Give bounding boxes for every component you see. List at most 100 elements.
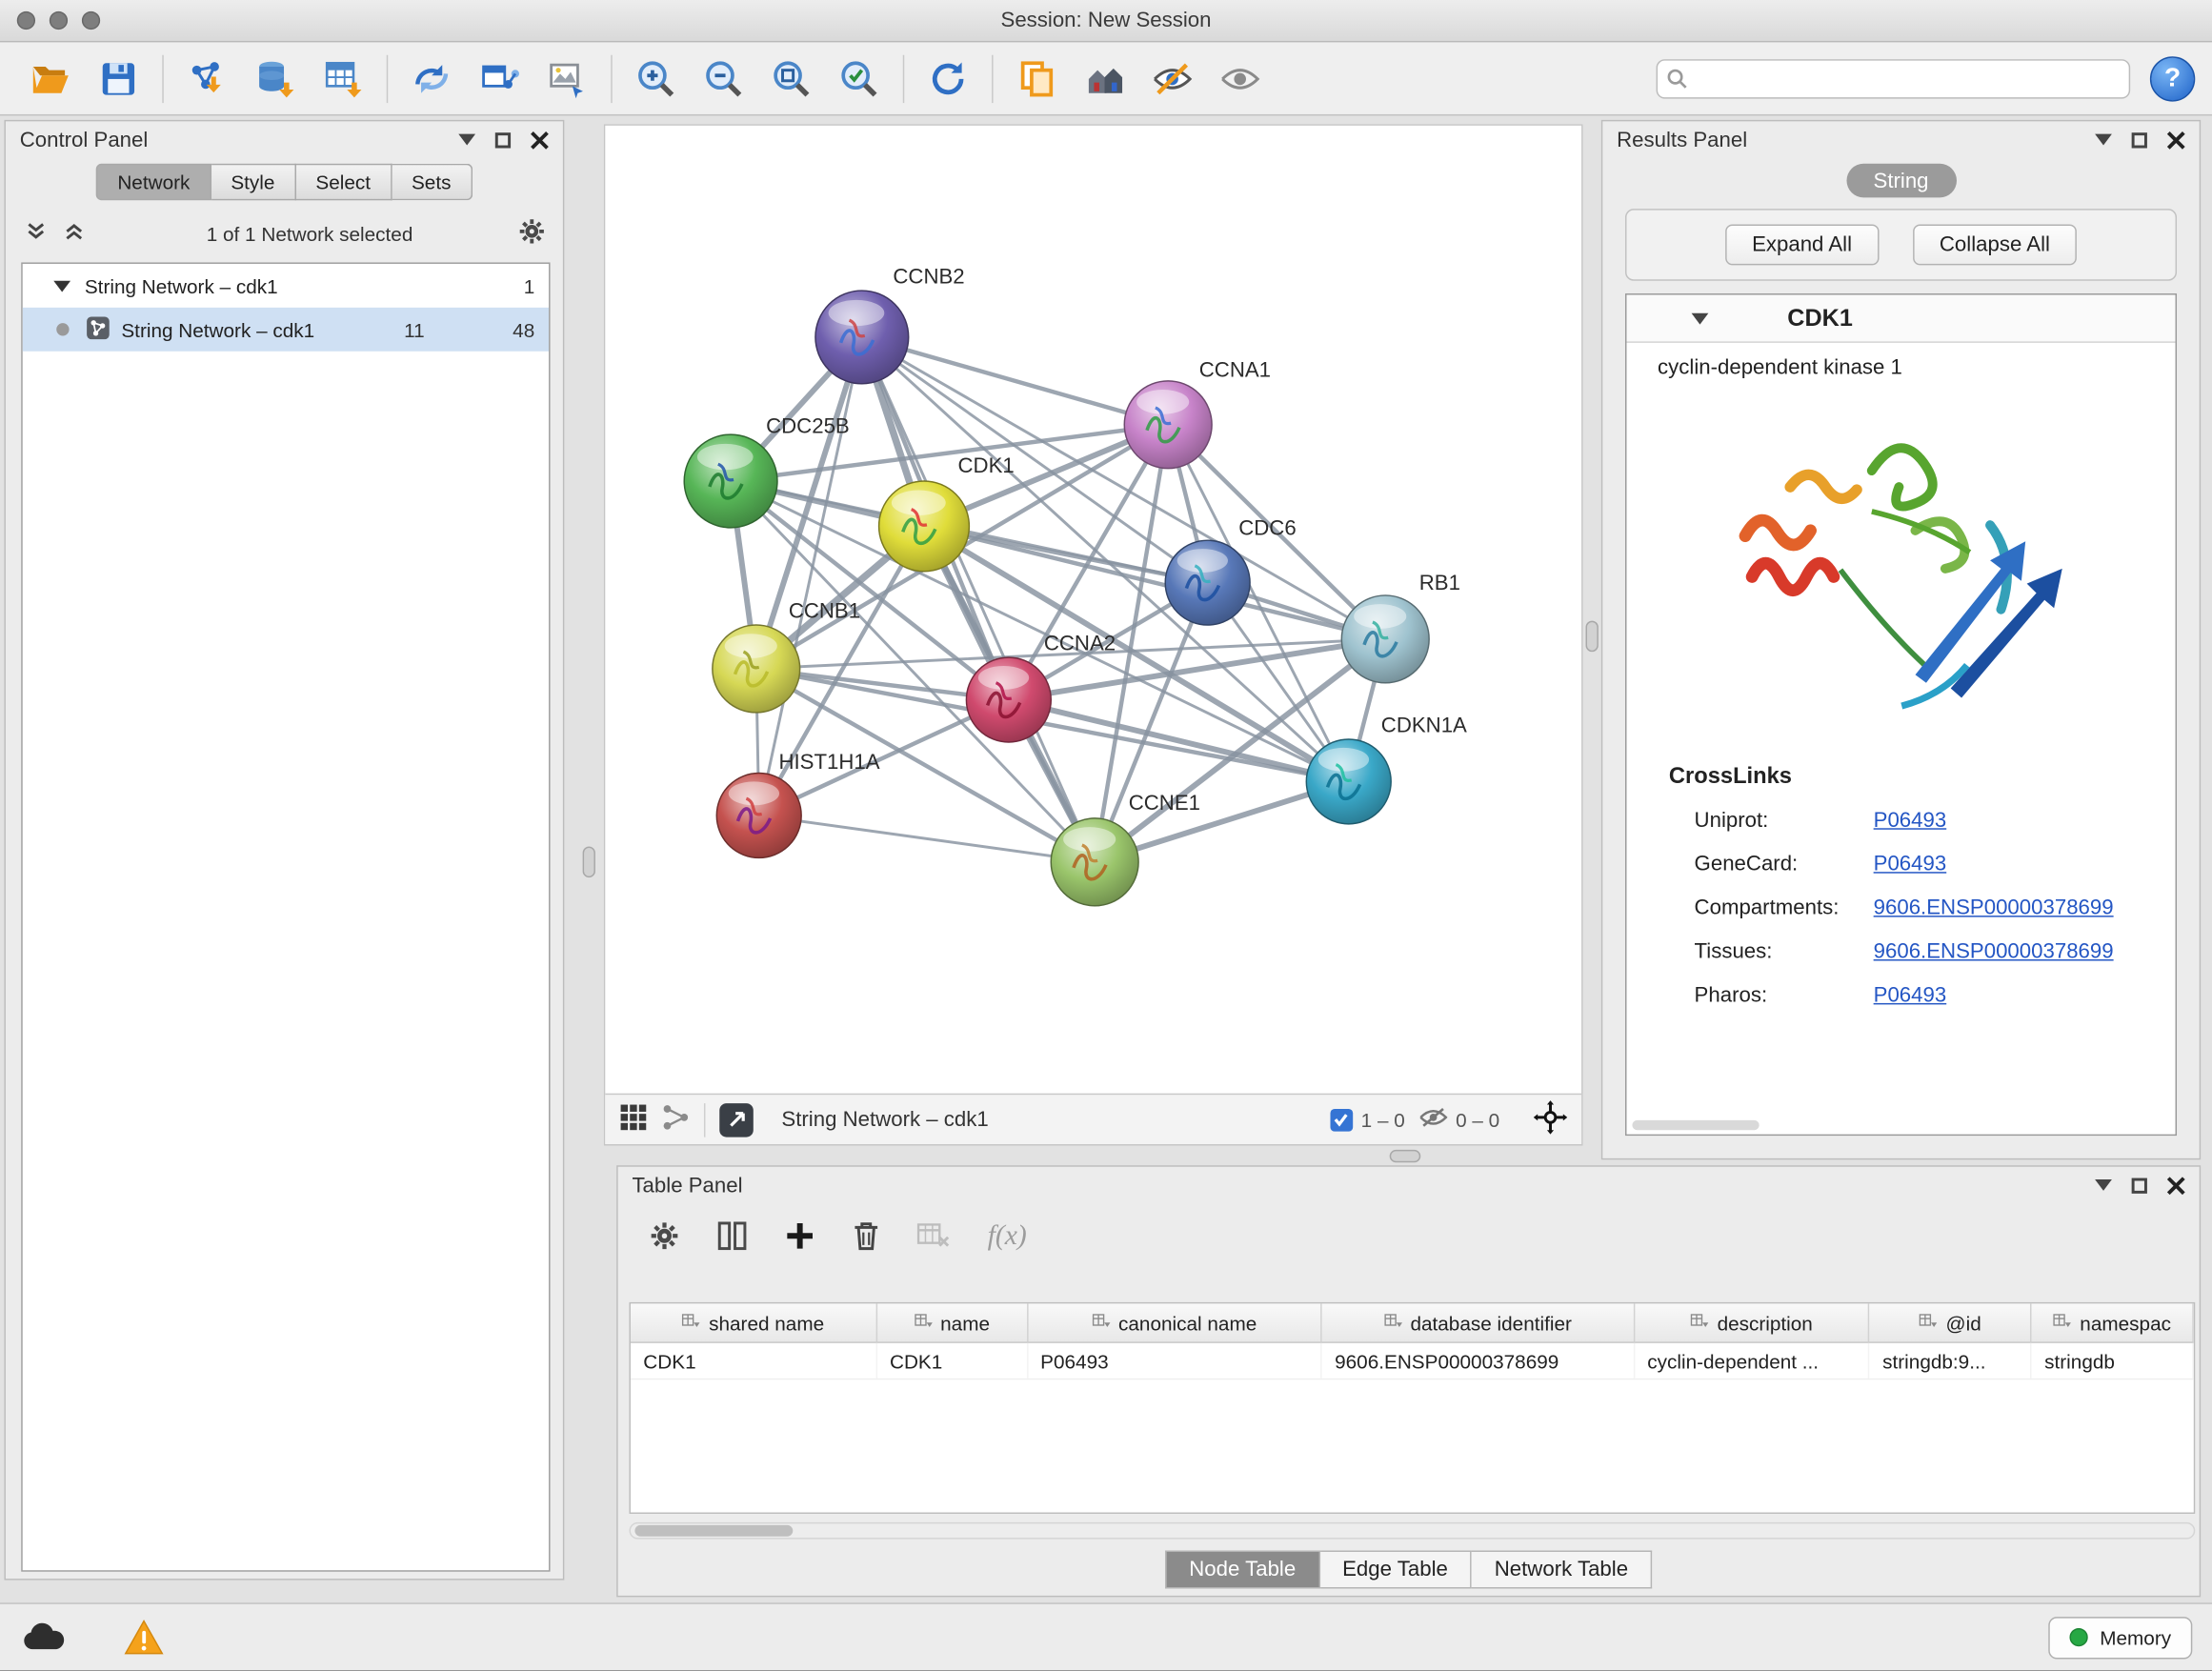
minimize-window-button[interactable]: [50, 11, 68, 30]
network-node-CCNE1[interactable]: CCNE1: [1051, 791, 1200, 906]
collapse-entry-icon[interactable]: [1692, 312, 1709, 324]
network-node-CCNB2[interactable]: CCNB2: [815, 265, 965, 384]
table-row[interactable]: CDK1CDK1P064939606.ENSP00000378699cyclin…: [631, 1343, 2194, 1380]
delete-column-trash-icon[interactable]: [852, 1220, 880, 1252]
collapse-all-button[interactable]: Collapse All: [1913, 224, 2077, 265]
column-header-database-identifier[interactable]: database identifier: [1322, 1303, 1635, 1341]
warning-icon[interactable]: [124, 1620, 163, 1655]
zoom-selected-button[interactable]: [825, 49, 893, 108]
tab-style[interactable]: Style: [211, 164, 296, 201]
pan-mode-icon[interactable]: [1534, 1100, 1568, 1138]
import-table-file-button[interactable]: [309, 49, 376, 108]
expand-all-button[interactable]: Expand All: [1725, 224, 1879, 265]
zoom-fit-button[interactable]: [757, 49, 825, 108]
scrollbar-thumb[interactable]: [634, 1525, 793, 1537]
help-button[interactable]: ?: [2150, 55, 2195, 100]
import-network-file-button[interactable]: [173, 49, 241, 108]
column-header-canonical-name[interactable]: canonical name: [1028, 1303, 1322, 1341]
copy-document-button[interactable]: [1003, 49, 1071, 108]
column-header-shared-name[interactable]: shared name: [631, 1303, 877, 1341]
network-edge[interactable]: [759, 337, 862, 815]
network-node-CCNA1[interactable]: CCNA1: [1124, 357, 1271, 468]
tree-expander-icon[interactable]: [53, 280, 70, 292]
maximize-window-button[interactable]: [82, 11, 100, 30]
float-panel-icon[interactable]: [2132, 131, 2147, 147]
crosslink-value-link[interactable]: P06493: [1874, 809, 1947, 833]
annotation-mode-button[interactable]: [1138, 49, 1206, 108]
graphics-details-button[interactable]: [1206, 49, 1274, 108]
show-columns-icon[interactable]: [716, 1220, 748, 1252]
network-edge[interactable]: [924, 526, 1385, 638]
table-panel-header: Table Panel: [618, 1167, 2200, 1204]
network-canvas[interactable]: CCNB2CCNA1CDC25BCDK1CDC6RB1CCNB1CCNA2CDK…: [604, 124, 1583, 1145]
expand-all-icon[interactable]: [64, 222, 85, 246]
close-panel-icon[interactable]: [531, 131, 549, 149]
open-in-browser-button[interactable]: [719, 1102, 754, 1137]
tab-select[interactable]: Select: [296, 164, 392, 201]
create-column-plus-icon[interactable]: [784, 1220, 815, 1252]
cloud-status-icon[interactable]: [20, 1621, 68, 1655]
network-node-CDKN1A[interactable]: CDKN1A: [1306, 714, 1467, 824]
column-header-namespac[interactable]: namespac: [2032, 1303, 2194, 1341]
column-header--id[interactable]: @id: [1870, 1303, 2032, 1341]
panel-menu-icon[interactable]: [2095, 134, 2112, 146]
panel-menu-icon[interactable]: [458, 134, 475, 146]
network-node-CDC6[interactable]: CDC6: [1165, 515, 1296, 625]
network-node-CCNB1[interactable]: CCNB1: [713, 599, 860, 713]
table-horizontal-scrollbar[interactable]: [629, 1522, 2195, 1540]
crosslink-value-link[interactable]: 9606.ENSP00000378699: [1874, 939, 2114, 963]
function-builder-icon[interactable]: f(x): [988, 1219, 1027, 1252]
splitter-handle[interactable]: [583, 847, 595, 878]
network-node-CDK1[interactable]: CDK1: [879, 453, 1015, 572]
column-header-description[interactable]: description: [1635, 1303, 1870, 1341]
tab-string[interactable]: String: [1846, 164, 1957, 198]
close-window-button[interactable]: [17, 11, 35, 30]
zoom-in-button[interactable]: [622, 49, 690, 108]
network-row-selected[interactable]: String Network – cdk1 11 48: [23, 308, 549, 352]
table-settings-gear-icon[interactable]: [649, 1220, 680, 1252]
tab-sets[interactable]: Sets: [392, 164, 472, 201]
selected-checkbox-icon[interactable]: [1330, 1108, 1353, 1131]
close-panel-icon[interactable]: [2167, 131, 2185, 149]
search-input[interactable]: [1657, 58, 2131, 97]
memory-button[interactable]: Memory: [2049, 1616, 2192, 1658]
close-panel-icon[interactable]: [2167, 1176, 2185, 1194]
save-session-button[interactable]: [85, 49, 152, 108]
tab-node-table[interactable]: Node Table: [1165, 1551, 1319, 1589]
network-collection-row[interactable]: String Network – cdk1 1: [23, 264, 549, 308]
import-network-database-button[interactable]: [241, 49, 309, 108]
network-node-HIST1H1A[interactable]: HIST1H1A: [716, 750, 879, 857]
network-node-RB1[interactable]: RB1: [1341, 571, 1460, 683]
panel-menu-icon[interactable]: [2095, 1179, 2112, 1191]
column-header-name[interactable]: name: [877, 1303, 1028, 1341]
float-panel-icon[interactable]: [495, 131, 511, 147]
collapse-all-icon[interactable]: [26, 222, 47, 246]
splitter-handle[interactable]: [1390, 1150, 1421, 1162]
window-title: Session: New Session: [0, 9, 2212, 32]
results-scrollbar[interactable]: [1632, 1120, 1759, 1130]
network-edge[interactable]: [862, 337, 1095, 862]
apply-layout-button[interactable]: [915, 49, 982, 108]
crosslink-value-link[interactable]: P06493: [1874, 983, 1947, 1007]
hidden-eye-icon[interactable]: [1419, 1106, 1448, 1133]
export-image-button[interactable]: [533, 49, 601, 108]
tab-network-table[interactable]: Network Table: [1472, 1551, 1652, 1589]
splitter-handle[interactable]: [1586, 621, 1599, 653]
crosslink-value-link[interactable]: P06493: [1874, 852, 1947, 876]
network-options-gear-icon[interactable]: [517, 217, 546, 250]
network-share-icon[interactable]: [662, 1103, 691, 1136]
zoom-out-button[interactable]: [690, 49, 757, 108]
birds-eye-view-button[interactable]: [1071, 49, 1138, 108]
tab-edge-table[interactable]: Edge Table: [1319, 1551, 1472, 1589]
birdseye-toggle-icon[interactable]: [619, 1103, 648, 1136]
open-session-button[interactable]: [17, 49, 85, 108]
protein-card-header[interactable]: CDK1: [1626, 295, 2175, 343]
first-neighbors-button[interactable]: [398, 49, 466, 108]
float-panel-icon[interactable]: [2132, 1178, 2147, 1193]
delete-table-icon-disabled[interactable]: [917, 1221, 952, 1250]
new-network-from-selection-button[interactable]: [466, 49, 533, 108]
tab-network[interactable]: Network: [96, 164, 211, 201]
crosslink-value-link[interactable]: 9606.ENSP00000378699: [1874, 896, 2114, 919]
network-graph[interactable]: CCNB2CCNA1CDC25BCDK1CDC6RB1CCNB1CCNA2CDK…: [605, 126, 1581, 1094]
network-edge[interactable]: [759, 815, 1095, 862]
